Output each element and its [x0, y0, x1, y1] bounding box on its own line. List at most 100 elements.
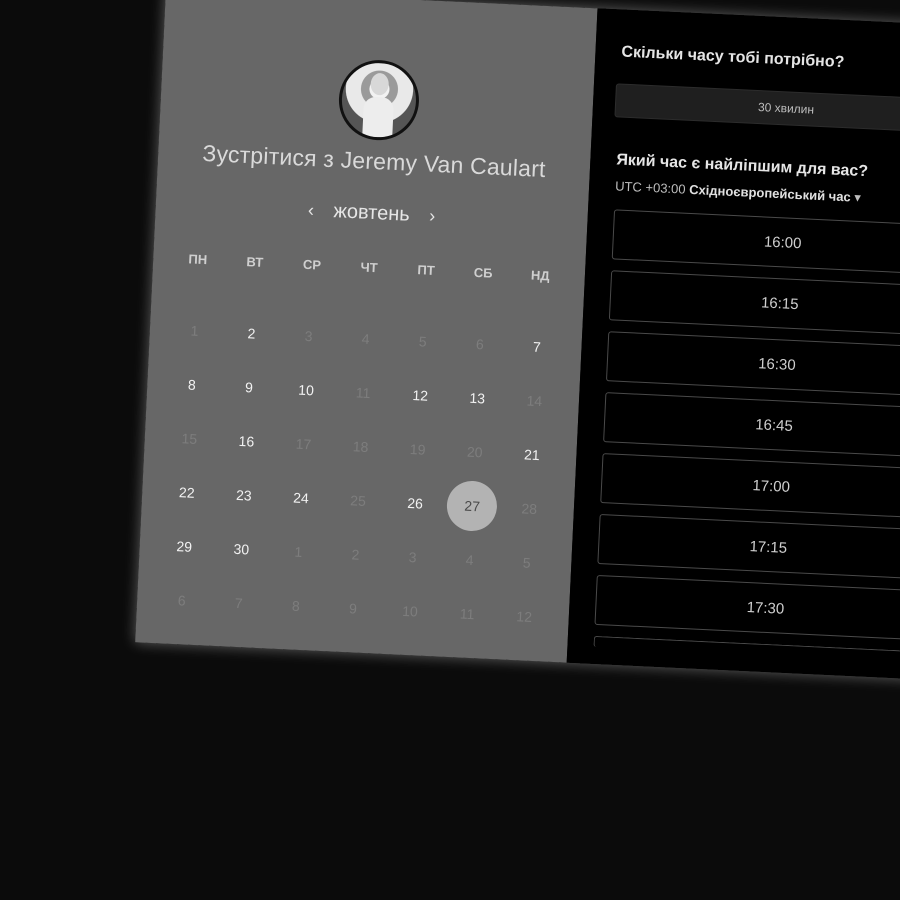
day-number: 5 [418, 333, 428, 350]
time-slot-button[interactable]: 17:30 [594, 574, 900, 641]
calendar-day[interactable]: 13 [447, 370, 507, 427]
weekday-label: ВТ [246, 254, 264, 270]
time-slot-list: 16:00 16:15 16:30 16:45 17:00 17:15 17:30 [593, 209, 900, 663]
calendar-day: 12 [494, 588, 554, 645]
day-number: 9 [348, 600, 358, 617]
calendar-day: 1 [269, 524, 329, 581]
weekday-label: ПТ [417, 262, 436, 278]
calendar-day[interactable]: 16 [217, 413, 277, 470]
day-number: 28 [521, 500, 538, 518]
calendar-day: 7 [209, 575, 269, 632]
calendar-day: 1 [165, 302, 225, 359]
day-number: 3 [304, 327, 313, 345]
calendar-day: 11 [437, 586, 497, 643]
time-slot-button[interactable]: 16:15 [608, 270, 900, 337]
timezone-select[interactable]: UTC +03:00 Східноєвропейський час ▾ [615, 178, 861, 206]
day-number: 23 [235, 486, 253, 504]
calendar-day: 19 [388, 421, 448, 478]
day-number: 21 [523, 446, 540, 464]
day-number: 3 [408, 549, 417, 566]
day-number: 13 [469, 389, 486, 407]
day-number: 7 [532, 338, 542, 356]
calendar-day: 8 [266, 577, 326, 634]
calendar-day[interactable]: 10 [276, 362, 336, 419]
calendar-day[interactable]: 24 [271, 470, 331, 527]
calendar-day[interactable]: 23 [214, 467, 274, 524]
calendar-day[interactable]: 2 [222, 305, 282, 362]
calendar-panel: Зустрітися з Jeremy Van Caulart ‹ жовтен… [135, 0, 598, 663]
time-slot-button[interactable]: 16:00 [611, 209, 900, 276]
day-number: 27 [446, 479, 499, 533]
calendar-day[interactable]: 12 [390, 367, 450, 424]
day-number: 9 [244, 379, 254, 396]
calendar-day[interactable]: 7 [507, 319, 567, 376]
calendar-day: 17 [274, 416, 334, 473]
time-panel: Скільки часу тобі потрібно? 30 хвилин Як… [566, 8, 900, 680]
weekday-label: НД [530, 267, 550, 284]
host-avatar [337, 58, 421, 142]
title-prefix: Зустрітися з [201, 139, 335, 173]
day-grid: 1 2 3 4 5 6 7 8 9 10 11 12 13 14 15 16 17 18 19 20 21 22 23 24 2… [152, 302, 567, 644]
calendar-day[interactable]: 9 [219, 359, 279, 416]
page-title: Зустрітися з Jeremy Van Caulart [158, 138, 591, 185]
day-number: 24 [292, 489, 310, 507]
day-number: 4 [465, 551, 474, 569]
day-number: 1 [294, 543, 303, 561]
time-slot-button[interactable]: 16:45 [603, 392, 900, 459]
calendar-day: 18 [331, 418, 391, 475]
day-number: 20 [466, 443, 483, 461]
calendar-day: 5 [497, 534, 557, 591]
calendar-day[interactable]: 29 [154, 518, 214, 575]
day-number: 25 [349, 492, 367, 509]
selected-day[interactable]: 27 [442, 478, 502, 535]
day-number: 12 [516, 608, 533, 625]
calendar-day[interactable]: 21 [502, 426, 562, 483]
next-month-button[interactable]: › [429, 206, 436, 227]
timezone-name: Східноєвропейський час [688, 181, 852, 205]
prev-month-button[interactable]: ‹ [308, 200, 315, 221]
calendar-day: 10 [380, 583, 440, 640]
time-slot-button[interactable]: 17:00 [600, 453, 900, 520]
day-number: 6 [475, 336, 485, 353]
month-label: жовтень [333, 200, 411, 226]
day-number: 4 [361, 330, 370, 347]
day-number: 11 [355, 384, 371, 402]
month-navigation: ‹ жовтень › [155, 192, 588, 235]
weekday-label: СР [302, 256, 322, 273]
calendar-day: 20 [445, 424, 505, 481]
time-slot-button[interactable]: 17:15 [597, 514, 900, 580]
day-number: 22 [178, 484, 195, 501]
day-number: 14 [526, 392, 543, 410]
time-slot-button[interactable]: 16:30 [605, 331, 900, 398]
calendar-day[interactable]: 30 [212, 521, 272, 578]
day-number: 8 [187, 376, 197, 393]
calendar-day[interactable]: 8 [162, 356, 222, 413]
chevron-down-icon: ▾ [853, 189, 862, 205]
calendar-day[interactable]: 22 [157, 464, 217, 521]
day-number: 10 [401, 602, 419, 620]
time-slot-button-cutoff[interactable] [593, 635, 900, 663]
calendar-day: 3 [279, 308, 339, 365]
screen: Зустрітися з Jeremy Van Caulart ‹ жовтен… [0, 0, 900, 900]
timezone-offset: UTC +03:00 [614, 178, 686, 197]
calendar-day: 11 [333, 364, 393, 421]
duration-select[interactable]: 30 хвилин [614, 83, 900, 134]
day-number: 18 [352, 438, 369, 456]
day-number: 26 [406, 494, 424, 512]
avatar-figure [362, 96, 395, 138]
calendar-day: 9 [323, 580, 383, 637]
calendar-day[interactable]: 26 [385, 475, 445, 532]
day-number: 11 [459, 605, 475, 623]
host-name: Jeremy Van Caulart [340, 146, 547, 183]
calendar-day: 14 [505, 372, 565, 429]
booking-widget: Зустрітися з Jeremy Van Caulart ‹ жовтен… [135, 0, 900, 680]
day-number: 10 [297, 381, 315, 399]
calendar-day: 5 [393, 313, 453, 370]
day-number: 6 [177, 592, 187, 609]
day-number: 2 [351, 546, 360, 563]
day-number: 12 [412, 387, 429, 404]
day-number: 2 [247, 325, 256, 342]
duration-question: Скільки часу тобі потрібно? [621, 43, 845, 72]
calendar-day: 6 [450, 316, 510, 373]
day-number: 5 [522, 554, 532, 571]
